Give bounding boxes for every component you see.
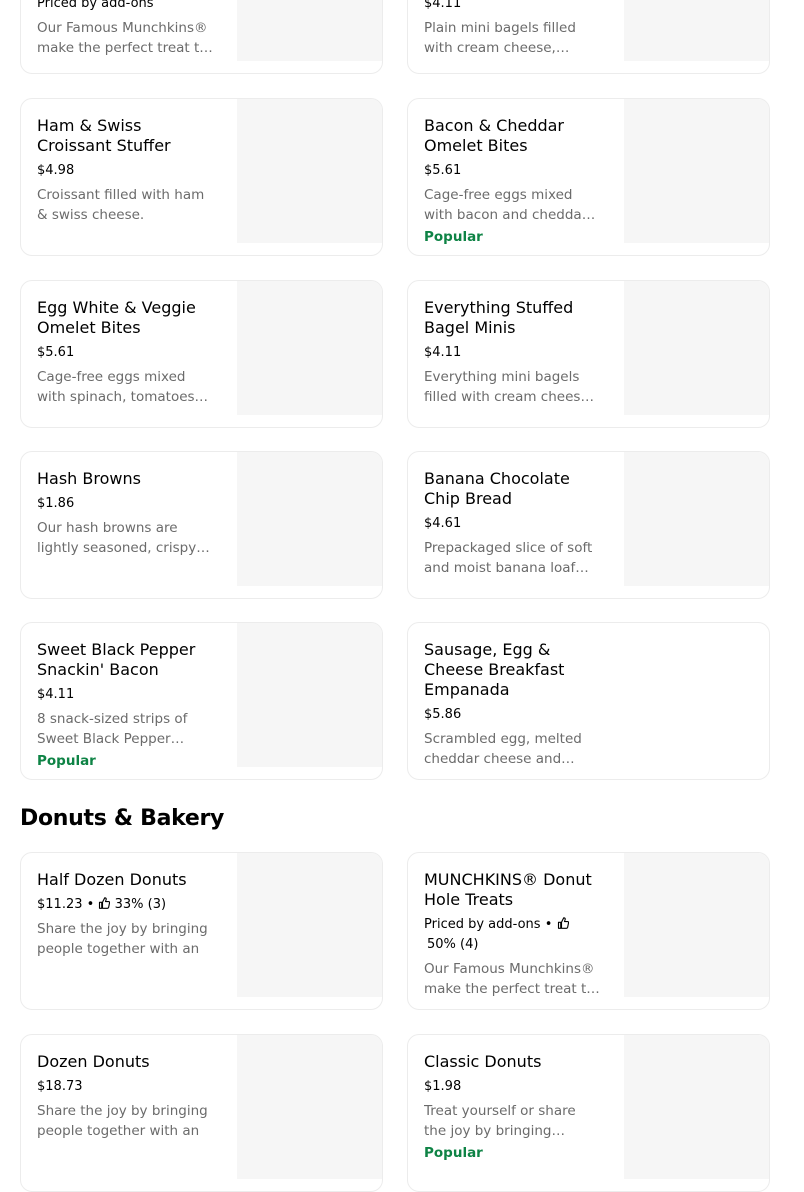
item-description: Share the joy by bringing people togethe…	[37, 1103, 208, 1139]
item-price-meta: Priced by add-ons	[424, 917, 541, 932]
item-price: $5.86	[424, 707, 462, 722]
rating-text: 50% (4)	[427, 937, 479, 952]
item-title: MUNCHKINS® Donut Hole Treats	[424, 870, 592, 909]
item-thumbnail	[624, 281, 769, 415]
item-description: Share the joy by bringing people togethe…	[37, 921, 208, 957]
item-thumbnail	[237, 623, 382, 767]
popular-badge: Popular	[37, 753, 96, 769]
item-thumbnail	[237, 1035, 382, 1179]
item-title: Sweet Black Pepper Snackin' Bacon	[37, 640, 196, 679]
item-description: Plain mini bagels filled with cream chee…	[424, 20, 576, 56]
item-title: Ham & Swiss Croissant Stuffer	[37, 116, 171, 155]
item-thumbnail	[237, 281, 382, 415]
item-thumbnail	[624, 1035, 769, 1179]
item-thumbnail	[237, 853, 382, 997]
popular-badge: Popular	[424, 1145, 483, 1161]
item-price: $18.73	[37, 1079, 83, 1094]
item-price: $1.86	[37, 496, 75, 511]
item-price-meta: Priced by add-ons	[37, 0, 154, 11]
menu-item-card-munchkins-top[interactable]: Priced by add-ons Our Famous Munchkins® …	[20, 0, 383, 74]
item-description: Everything mini bagels filled with cream…	[424, 369, 594, 405]
rating-text: 33% (3)	[114, 897, 167, 912]
item-thumbnail	[237, 452, 382, 586]
menu-item-card-hash-browns[interactable]: Hash Browns $1.86 Our hash browns are li…	[20, 451, 383, 599]
item-price: $4.98	[37, 163, 75, 178]
item-description: Cage-free eggs mixed with bacon and ched…	[424, 187, 588, 223]
item-title: Sausage, Egg & Cheese Breakfast Empanada	[424, 640, 565, 699]
menu-item-card-snackin-bacon[interactable]: Sweet Black Pepper Snackin' Bacon $4.11 …	[20, 622, 383, 780]
item-thumbnail	[237, 99, 382, 243]
item-title: Dozen Donuts	[37, 1052, 150, 1071]
item-title: Half Dozen Donuts	[37, 870, 187, 889]
item-description: Our Famous Munchkins® make the perfect t…	[37, 20, 208, 56]
menu-item-card-bacon-cheddar-omelet[interactable]: Bacon & Cheddar Omelet Bites $5.61 Cage-…	[407, 98, 770, 256]
item-description: Treat yourself or share the joy by bring…	[424, 1103, 576, 1139]
item-price-row: Priced by add-ons • 50% (4)	[424, 915, 600, 955]
item-description: Our hash browns are lightly seasoned, cr…	[37, 520, 197, 556]
menu-item-card-munchkins-donut-hole-treats[interactable]: MUNCHKINS® Donut Hole Treats Priced by a…	[407, 852, 770, 1010]
item-description: Prepackaged slice of soft and moist bana…	[424, 540, 593, 576]
popular-badge: Popular	[424, 229, 483, 245]
item-thumbnail	[624, 99, 769, 243]
item-price: $4.11	[37, 687, 75, 702]
menu-item-card-everything-bagel-minis[interactable]: Everything Stuffed Bagel Minis $4.11 Eve…	[407, 280, 770, 428]
item-description: Our Famous Munchkins® make the perfect t…	[424, 961, 595, 997]
item-price: $5.61	[37, 345, 75, 360]
item-price: $1.98	[424, 1079, 462, 1094]
menu-item-card-ham-swiss-croissant[interactable]: Ham & Swiss Croissant Stuffer $4.98 Croi…	[20, 98, 383, 256]
item-price: $4.61	[424, 516, 462, 531]
item-title: Hash Browns	[37, 469, 141, 488]
menu-item-card-banana-chocolate-chip-bread[interactable]: Banana Chocolate Chip Bread $4.61 Prepac…	[407, 451, 770, 599]
item-thumbnail	[624, 853, 769, 997]
item-description: Croissant filled with ham & swiss cheese…	[37, 187, 205, 223]
item-thumbnail	[237, 0, 382, 61]
menu-item-card-egg-white-veggie[interactable]: Egg White & Veggie Omelet Bites $5.61 Ca…	[20, 280, 383, 428]
section-title-donuts-bakery: Donuts & Bakery	[20, 806, 225, 831]
thumbs-up-icon	[557, 917, 569, 929]
menu-item-card-classic-donuts[interactable]: Classic Donuts $1.98 Treat yourself or s…	[407, 1034, 770, 1192]
item-price: $4.11	[424, 0, 462, 11]
item-description: Scrambled egg, melted cheddar cheese and…	[424, 731, 582, 767]
item-price: $5.61	[424, 163, 462, 178]
menu-item-card-dozen-donuts[interactable]: Dozen Donuts $18.73 Share the joy by bri…	[20, 1034, 383, 1192]
item-price: $4.11	[424, 345, 462, 360]
item-price: $11.23	[37, 897, 83, 912]
item-description: 8 snack-sized strips of Sweet Black Pepp…	[37, 711, 188, 747]
item-title: Bacon & Cheddar Omelet Bites	[424, 116, 565, 155]
thumbs-up-icon	[99, 897, 111, 909]
menu-item-card-plain-bagel-minis[interactable]: $4.11 Plain mini bagels filled with crea…	[407, 0, 770, 74]
item-description: Cage-free eggs mixed with spinach, tomat…	[37, 369, 195, 405]
item-price-row: $11.23 • 33% (3)	[37, 895, 213, 915]
separator-dot: •	[86, 897, 95, 912]
item-thumbnail	[624, 0, 769, 61]
separator-dot: •	[544, 917, 553, 932]
item-thumbnail	[624, 452, 769, 586]
menu-item-card-half-dozen-donuts[interactable]: Half Dozen Donuts $11.23 • 33% (3) Share…	[20, 852, 383, 1010]
item-title: Classic Donuts	[424, 1052, 542, 1071]
item-title: Banana Chocolate Chip Bread	[424, 469, 570, 508]
item-title: Egg White & Veggie Omelet Bites	[37, 298, 196, 337]
item-title: Everything Stuffed Bagel Minis	[424, 298, 574, 337]
menu-item-card-breakfast-empanada[interactable]: Sausage, Egg & Cheese Breakfast Empanada…	[407, 622, 770, 780]
